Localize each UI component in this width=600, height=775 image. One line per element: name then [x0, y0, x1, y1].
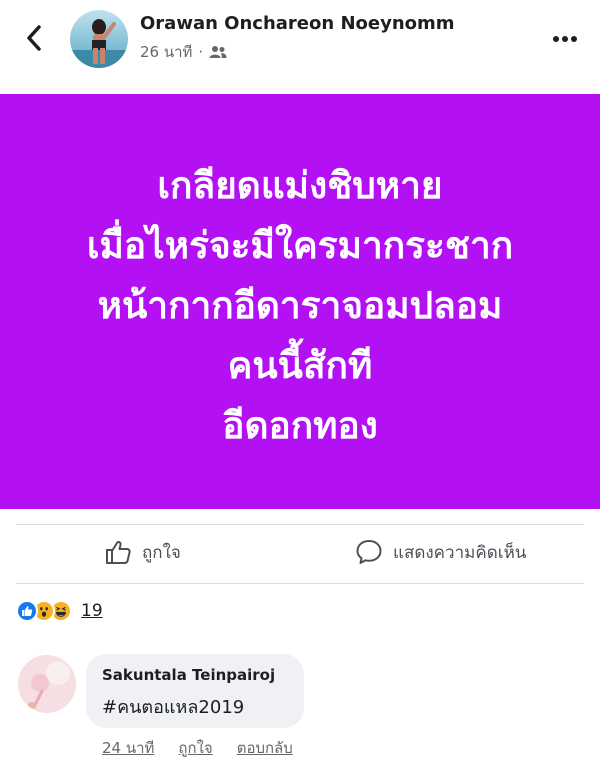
like-button[interactable]: ถูกใจ [104, 538, 181, 566]
post-text-line: หน้ากากอีดาราจอมปลอม [97, 283, 503, 327]
like-reaction-icon [16, 600, 38, 622]
chevron-left-icon [27, 25, 41, 51]
post-header: Orawan Onchareon Noeynomm 26 นาที · [0, 0, 600, 94]
comment-actions: 24 นาที ถูกใจ ตอบกลับ [102, 736, 293, 760]
author-avatar[interactable] [70, 10, 128, 68]
more-horizontal-icon [553, 36, 577, 42]
commenter-name[interactable]: Sakuntala Teinpairoj [102, 666, 288, 684]
comment-text: #คนตอแหล2019 [102, 697, 245, 718]
divider [16, 524, 584, 525]
post-text-line: อีดอกทอง [222, 403, 378, 447]
comment-like-link[interactable]: ถูกใจ [178, 736, 212, 760]
comment-bubble-icon [356, 540, 382, 564]
comment-bubble[interactable]: Sakuntala Teinpairoj #คนตอแหล2019 [86, 654, 304, 728]
comment-reply-link[interactable]: ตอบกลับ [237, 736, 293, 760]
divider [16, 583, 584, 584]
post-time[interactable]: 26 นาที [140, 40, 192, 64]
post-text-line: เมื่อไหร่จะมีใครมากระชาก [86, 223, 514, 267]
comment-button[interactable]: แสดงความคิดเห็น [355, 538, 526, 566]
reaction-count[interactable]: 19 [81, 601, 103, 621]
author-name[interactable]: Orawan Onchareon Noeynomm [140, 13, 455, 34]
like-label: ถูกใจ [142, 542, 181, 563]
comment-label: แสดงความคิดเห็น [393, 542, 527, 563]
post-text-background: เกลียดแม่งชิบหาย เมื่อไหร่จะมีใครมากระชา… [0, 94, 600, 509]
commenter-avatar[interactable] [18, 655, 76, 713]
more-options-button[interactable] [545, 24, 585, 54]
post-text-line: คนนี้สักที [227, 343, 373, 387]
meta-separator: · [198, 43, 204, 61]
reactions-summary[interactable]: 19 [16, 600, 103, 622]
post-text-line: เกลียดแม่งชิบหาย [157, 163, 443, 207]
back-button[interactable] [16, 20, 52, 56]
post-actions-bar: ถูกใจ แสดงความคิดเห็น [0, 526, 600, 582]
friends-icon [209, 46, 227, 58]
comment-time[interactable]: 24 นาที [102, 736, 154, 760]
post-meta: 26 นาที · [140, 40, 227, 64]
thumbs-up-icon [106, 540, 131, 564]
